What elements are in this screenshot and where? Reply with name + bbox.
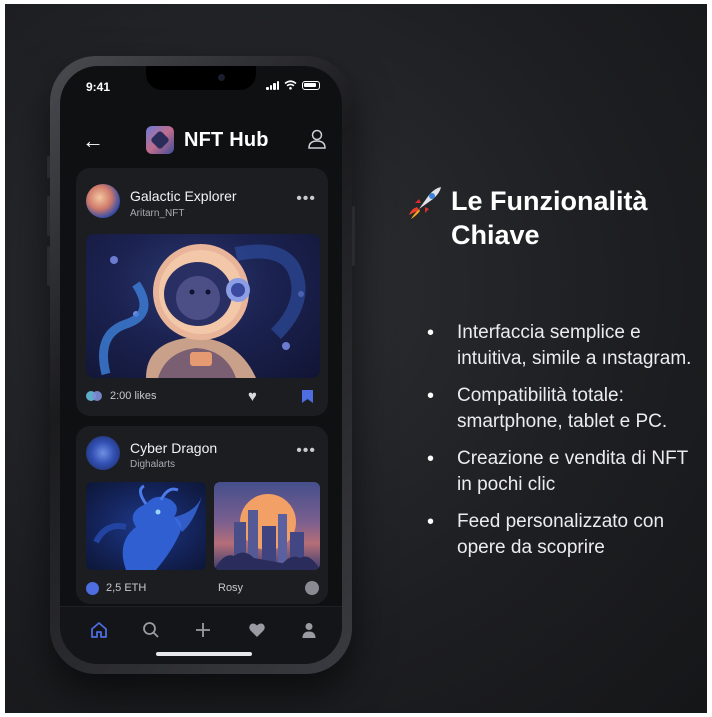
more-icon[interactable]: •••	[296, 442, 316, 460]
nav-create[interactable]	[192, 619, 214, 641]
avatar[interactable]	[86, 436, 120, 470]
app-title: NFT Hub	[184, 128, 269, 151]
post-author: Dighalarts	[130, 459, 176, 470]
signal-icon	[266, 80, 279, 90]
heart-icon[interactable]: ♥	[248, 389, 257, 404]
nav-search[interactable]	[140, 619, 162, 641]
post-title: Cyber Dragon	[130, 440, 218, 456]
price-row: 2,5 ETH Rosy	[86, 580, 320, 598]
dragon-illustration	[93, 484, 202, 570]
phone-side-button	[47, 156, 50, 178]
rocket-icon	[409, 187, 441, 219]
status-time: 9:41	[86, 80, 111, 94]
battery-icon	[302, 80, 320, 90]
phone-power-button	[352, 206, 355, 266]
action-icon[interactable]	[305, 581, 319, 595]
post-author: Aritarn_NFT	[130, 208, 185, 219]
likes-count: 2:00 likes	[110, 390, 157, 402]
nav-profile[interactable]	[298, 619, 320, 641]
city-illustration	[214, 494, 320, 570]
feature-item: Feed personalizzato con opere da scoprir…	[427, 509, 697, 561]
secondary-label: Rosy	[218, 582, 244, 594]
astronaut-illustration	[99, 244, 306, 378]
eth-icon	[86, 582, 99, 595]
likes-icon	[86, 391, 102, 401]
app-logo	[146, 126, 174, 154]
app-header: ← NFT Hub	[60, 122, 342, 162]
features-list: Interfaccia semplice e intuitiva, simile…	[427, 320, 697, 572]
plus-icon	[196, 623, 210, 637]
notch	[146, 66, 256, 90]
home-indicator	[156, 652, 252, 656]
post-actions: 2:00 likes ♥	[86, 386, 320, 408]
camera	[218, 74, 225, 81]
search-icon	[143, 622, 159, 638]
feature-item: Compatibilità totale: smartphone, tablet…	[427, 383, 697, 435]
app-brand: NFT Hub	[146, 126, 269, 154]
heart-nav-icon	[249, 623, 265, 637]
post-title: Galactic Explorer	[130, 188, 237, 204]
home-icon	[91, 622, 107, 638]
nft-artwork-city[interactable]	[214, 482, 320, 570]
nft-artwork-astronaut[interactable]	[86, 234, 320, 378]
background-canvas: 9:41 ← NFT Hub Galactic Explorer Aritarn…	[5, 4, 707, 713]
nav-home[interactable]	[88, 619, 110, 641]
profile-icon[interactable]	[306, 128, 328, 150]
user-icon	[302, 623, 316, 638]
phone-volume-up	[47, 196, 50, 236]
nav-favorites[interactable]	[246, 619, 268, 641]
bookmark-icon[interactable]	[302, 390, 313, 403]
back-arrow-icon[interactable]: ←	[82, 130, 104, 152]
post-card-galactic-explorer[interactable]: Galactic Explorer Aritarn_NFT ••• 2:00 l…	[76, 168, 328, 416]
phone-mockup: 9:41 ← NFT Hub Galactic Explorer Aritarn…	[47, 56, 355, 674]
phone-screen: 9:41 ← NFT Hub Galactic Explorer Aritarn…	[60, 66, 342, 664]
status-icons	[266, 80, 320, 90]
features-title: Le Funzionalità Chiave	[451, 186, 648, 250]
price-label: 2,5 ETH	[106, 582, 147, 594]
more-icon[interactable]: •••	[296, 190, 316, 208]
phone-volume-down	[47, 246, 50, 286]
avatar[interactable]	[86, 184, 120, 218]
wifi-icon	[284, 80, 297, 90]
feature-item: Interfaccia semplice e intuitiva, simile…	[427, 320, 697, 372]
post-card-cyber-dragon[interactable]: Cyber Dragon Dighalarts ••• 2,5 ETH Rosy	[76, 426, 328, 604]
nft-artwork-dragon[interactable]	[86, 482, 206, 570]
feature-item: Creazione e vendita di NFT in pochi clic	[427, 446, 697, 498]
